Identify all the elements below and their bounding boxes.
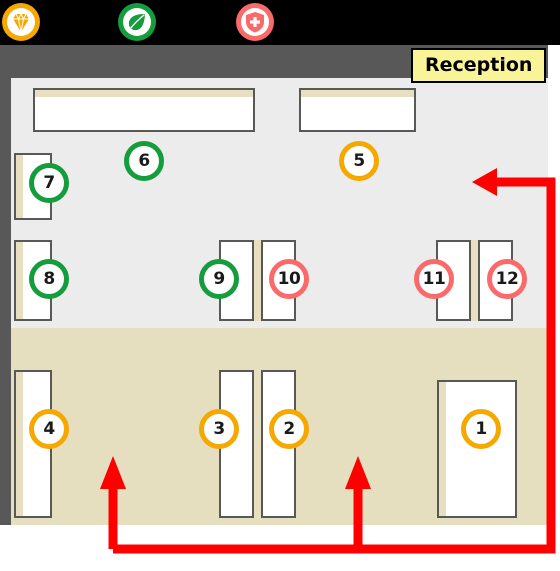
shelf-marker-3[interactable]: 3 xyxy=(199,409,239,449)
shelf-marker-4[interactable]: 4 xyxy=(29,409,69,449)
health-shield-icon-inner xyxy=(241,8,269,36)
shelf-marker-4-label: 4 xyxy=(43,419,55,439)
shelf-marker-5-label: 5 xyxy=(353,151,365,171)
shelf-6-front-strip xyxy=(35,90,253,97)
shelf-marker-7[interactable]: 7 xyxy=(29,163,69,203)
shelf-marker-10[interactable]: 10 xyxy=(269,259,309,299)
leaf-icon[interactable] xyxy=(118,3,156,41)
shelf-1[interactable] xyxy=(437,380,517,518)
shelf-marker-12[interactable]: 12 xyxy=(487,259,527,299)
floor-plan: 6 5 7 8 9 10 11 12 4 3 2 1 xyxy=(0,45,560,525)
gem-icon-inner xyxy=(7,8,35,36)
shelf-marker-8[interactable]: 8 xyxy=(29,259,69,299)
store-map: 6 5 7 8 9 10 11 12 4 3 2 1 Reception xyxy=(0,0,560,571)
reception-label-text: Reception xyxy=(425,54,533,76)
shelf-6[interactable] xyxy=(33,88,255,132)
shelf-5-front-strip xyxy=(301,90,414,97)
shelf-marker-11-label: 11 xyxy=(422,269,446,289)
shelf-marker-1-label: 1 xyxy=(475,419,487,439)
shelf-marker-7-label: 7 xyxy=(43,173,55,193)
shelf-9-10-divider-strip xyxy=(254,240,261,321)
shelf-1-front-strip xyxy=(439,382,446,516)
shelf-marker-6[interactable]: 6 xyxy=(124,141,164,181)
shelf-8-front-strip xyxy=(16,242,23,319)
leaf-icon-inner xyxy=(123,8,151,36)
shelf-3-2-divider-strip xyxy=(254,370,261,518)
shelf-marker-2-label: 2 xyxy=(283,419,295,439)
shelf-marker-2[interactable]: 2 xyxy=(269,409,309,449)
shelf-marker-3-label: 3 xyxy=(213,419,225,439)
shelf-4-front-strip xyxy=(16,372,23,516)
reception-label: Reception xyxy=(411,48,547,83)
shelf-marker-9-label: 9 xyxy=(213,269,225,289)
shelf-7-front-strip xyxy=(16,155,23,218)
health-shield-icon[interactable] xyxy=(236,3,274,41)
shelf-marker-5[interactable]: 5 xyxy=(339,141,379,181)
shelf-marker-11[interactable]: 11 xyxy=(414,259,454,299)
shelf-marker-6-label: 6 xyxy=(138,151,150,171)
shelf-marker-8-label: 8 xyxy=(43,269,55,289)
shelf-marker-1[interactable]: 1 xyxy=(461,409,501,449)
gem-icon[interactable] xyxy=(2,3,40,41)
shelf-marker-12-label: 12 xyxy=(495,269,519,289)
shelf-marker-9[interactable]: 9 xyxy=(199,259,239,299)
shelf-marker-10-label: 10 xyxy=(277,269,301,289)
category-icon-bar xyxy=(0,0,560,45)
shelf-11-12-divider-strip xyxy=(471,240,478,321)
shelf-5[interactable] xyxy=(299,88,416,132)
